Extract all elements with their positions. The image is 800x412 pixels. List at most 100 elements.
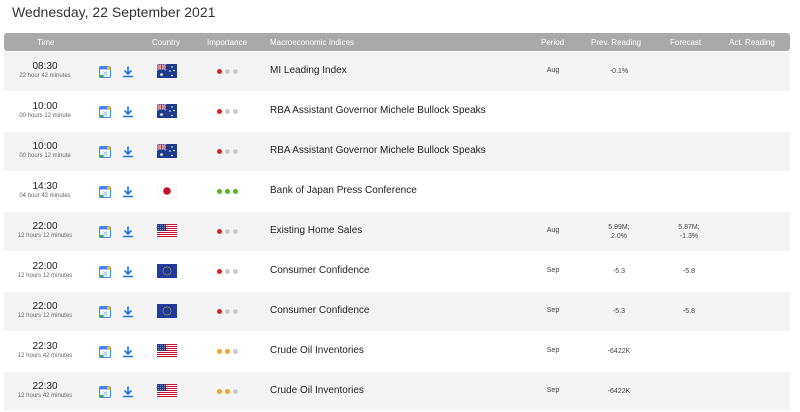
table-row: 22:00 12 hours 12 minutes 31 Consumer Confi… bbox=[4, 252, 790, 292]
importance-dot bbox=[217, 189, 222, 194]
header-actual: Act. Reading bbox=[729, 38, 775, 47]
add-to-calendar-icon[interactable]: 31 bbox=[99, 65, 111, 78]
table-header: Time Country Importance Macroeconomic In… bbox=[4, 33, 790, 51]
prev-change: 2.0% bbox=[611, 233, 627, 240]
download-icon[interactable] bbox=[122, 145, 134, 158]
add-to-calendar-icon[interactable]: 31 bbox=[99, 385, 111, 398]
prev-reading: -0.1% bbox=[589, 67, 649, 76]
download-icon[interactable] bbox=[122, 265, 134, 278]
indicator-name[interactable]: Existing Home Sales bbox=[270, 225, 362, 236]
country-flag-icon bbox=[156, 143, 177, 158]
importance-indicator bbox=[217, 269, 243, 275]
importance-dot bbox=[217, 269, 222, 274]
importance-indicator bbox=[217, 309, 243, 315]
prev-reading: 5.99M; 2.0% bbox=[589, 223, 649, 241]
countdown: 12 hours 12 minutes bbox=[17, 233, 73, 239]
importance-dot bbox=[233, 189, 238, 194]
indicator-name[interactable]: Bank of Japan Press Conference bbox=[270, 185, 417, 196]
importance-dot bbox=[233, 149, 238, 154]
svg-text:31: 31 bbox=[102, 351, 108, 357]
download-icon[interactable] bbox=[122, 225, 134, 238]
importance-dot bbox=[233, 309, 238, 314]
indicator-name[interactable]: MI Leading Index bbox=[270, 65, 347, 76]
event-time: 22:00 12 hours 12 minutes bbox=[14, 261, 76, 280]
importance-dot bbox=[225, 189, 230, 194]
header-importance: Importance bbox=[207, 38, 248, 47]
countdown: 12 hours 12 minutes bbox=[17, 313, 73, 319]
download-icon[interactable] bbox=[122, 305, 134, 318]
event-time: 08:30 22 hour 42 minutes bbox=[14, 61, 76, 80]
event-time: 10:00 00 hours 12 minute bbox=[14, 141, 76, 160]
download-icon[interactable] bbox=[122, 105, 134, 118]
importance-dot bbox=[225, 309, 230, 314]
add-to-calendar-icon[interactable]: 31 bbox=[99, 345, 111, 358]
add-to-calendar-icon[interactable]: 31 bbox=[99, 105, 111, 118]
indicator-name[interactable]: Consumer Confidence bbox=[270, 265, 370, 276]
svg-text:31: 31 bbox=[102, 111, 108, 117]
countdown: 12 hours 42 minutes bbox=[17, 353, 73, 359]
page-title: Wednesday, 22 September 2021 bbox=[12, 4, 216, 20]
download-icon[interactable] bbox=[122, 345, 134, 358]
header-time: Time bbox=[37, 38, 55, 47]
period: Aug bbox=[546, 227, 560, 234]
download-icon[interactable] bbox=[122, 65, 134, 78]
time-value: 22:00 bbox=[32, 261, 58, 272]
importance-dot bbox=[233, 389, 238, 394]
download-icon[interactable] bbox=[122, 385, 134, 398]
importance-dot bbox=[217, 309, 222, 314]
importance-dot bbox=[225, 109, 230, 114]
add-to-calendar-icon[interactable]: 31 bbox=[99, 265, 111, 278]
indicator-name[interactable]: RBA Assistant Governor Michele Bullock S… bbox=[270, 145, 486, 156]
event-time: 22:00 12 hours 12 minutes bbox=[14, 221, 76, 240]
forecast-value: -5.8 bbox=[682, 268, 696, 275]
header-period: Period bbox=[541, 38, 565, 47]
time-value: 22:30 bbox=[32, 341, 58, 352]
importance-dot bbox=[225, 269, 230, 274]
countdown: 12 hours 42 minutes bbox=[17, 393, 73, 399]
svg-text:31: 31 bbox=[102, 311, 108, 317]
importance-dot bbox=[225, 149, 230, 154]
importance-indicator bbox=[217, 349, 243, 355]
period: Sep bbox=[546, 307, 560, 314]
prev-value: -6422K bbox=[607, 388, 631, 395]
period: Sep bbox=[546, 387, 560, 394]
countdown: 00 hours 12 minute bbox=[19, 153, 71, 159]
add-to-calendar-icon[interactable]: 31 bbox=[99, 185, 111, 198]
table-row: 10:00 00 hours 12 minute 31 RBA Assistant G… bbox=[4, 92, 790, 132]
forecast: 5.87M; -1.3% bbox=[659, 223, 719, 241]
economic-calendar-table: Time Country Importance Macroeconomic In… bbox=[4, 33, 790, 412]
prev-reading: -6422K bbox=[589, 387, 649, 396]
prev-reading: -5.3 bbox=[589, 307, 649, 316]
indicator-name[interactable]: Crude Oil Inventories bbox=[270, 385, 364, 396]
event-time: 14:30 04 hour 42 minutes bbox=[14, 181, 76, 200]
add-to-calendar-icon[interactable]: 31 bbox=[99, 145, 111, 158]
importance-dot bbox=[217, 349, 222, 354]
importance-dot bbox=[217, 149, 222, 154]
indicator-name[interactable]: Consumer Confidence bbox=[270, 305, 370, 316]
countdown: 22 hour 42 minutes bbox=[19, 73, 71, 79]
header-indices: Macroeconomic Indices bbox=[270, 38, 355, 47]
svg-text:31: 31 bbox=[102, 191, 108, 197]
importance-dot bbox=[225, 229, 230, 234]
importance-indicator bbox=[217, 229, 243, 235]
prev-value: -5.3 bbox=[612, 268, 626, 275]
svg-text:31: 31 bbox=[102, 231, 108, 237]
time-value: 10:00 bbox=[32, 141, 58, 152]
event-time: 22:00 12 hours 12 minutes bbox=[14, 301, 76, 320]
country-flag-icon bbox=[156, 63, 177, 78]
importance-indicator bbox=[217, 149, 243, 155]
importance-indicator bbox=[217, 189, 243, 195]
time-value: 22:00 bbox=[32, 301, 58, 312]
time-value: 22:30 bbox=[32, 381, 58, 392]
forecast: -5.8 bbox=[659, 267, 719, 276]
importance-dot bbox=[233, 229, 238, 234]
svg-text:31: 31 bbox=[102, 391, 108, 397]
indicator-name[interactable]: Crude Oil Inventories bbox=[270, 345, 364, 356]
event-time: 22:30 12 hours 42 minutes bbox=[14, 381, 76, 400]
table-row: 22:00 12 hours 12 minutes 31 Consumer Confi… bbox=[4, 292, 790, 332]
importance-dot bbox=[217, 109, 222, 114]
add-to-calendar-icon[interactable]: 31 bbox=[99, 225, 111, 238]
indicator-name[interactable]: RBA Assistant Governor Michele Bullock S… bbox=[270, 105, 486, 116]
download-icon[interactable] bbox=[122, 185, 134, 198]
add-to-calendar-icon[interactable]: 31 bbox=[99, 305, 111, 318]
